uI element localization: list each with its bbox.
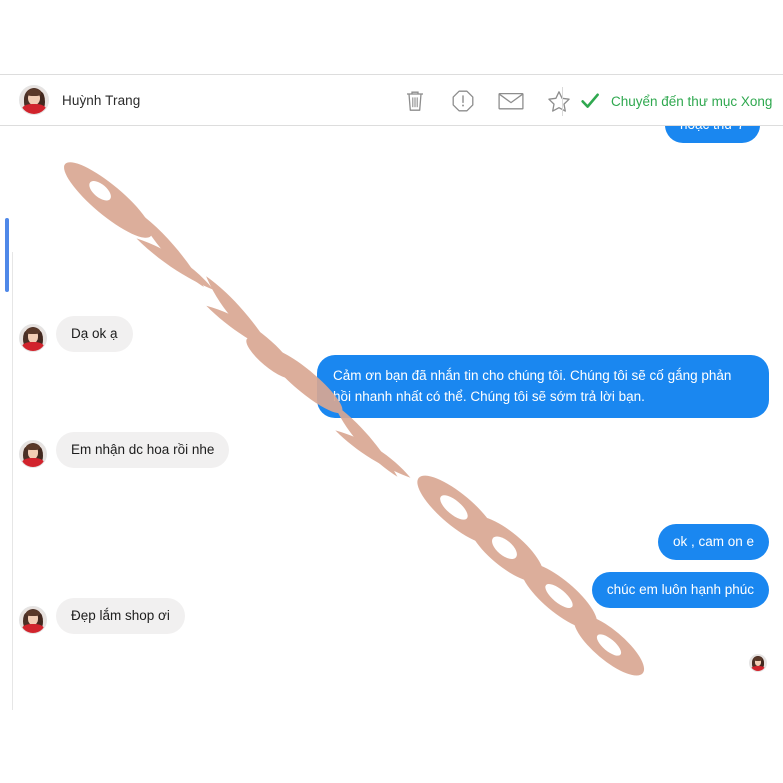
message-avatar[interactable]: [19, 606, 47, 634]
message-avatar[interactable]: [19, 440, 47, 468]
message-row-outgoing-autoreply: Cảm ơn bạn đã nhắn tin cho chúng tôi. Ch…: [317, 355, 769, 418]
envelope-icon[interactable]: [498, 88, 524, 114]
conversation-header: Huỳnh Trang Chuyển đến thư mục Xong: [0, 74, 783, 126]
message-row-outgoing-clipped: hoặc thứ 7: [665, 107, 760, 162]
message-bubble[interactable]: Đẹp lắm shop ơi: [56, 598, 185, 634]
message-bubble[interactable]: Dạ ok ạ: [56, 316, 133, 352]
check-icon: [581, 93, 599, 108]
message-row-outgoing-2: chúc em luôn hạnh phúc: [591, 572, 769, 608]
report-spam-icon[interactable]: [450, 88, 476, 114]
top-blank-area: [0, 0, 783, 74]
message-row-incoming-3: Đẹp lắm shop ơi: [19, 598, 185, 634]
thread-left-rail: [12, 252, 13, 783]
message-row-outgoing-1: ok , cam on e: [657, 524, 769, 560]
move-to-done-button[interactable]: Chuyển đến thư mục Xong: [580, 75, 772, 127]
message-bubble[interactable]: ok , cam on e: [657, 524, 769, 560]
bottom-blank-area: [0, 710, 783, 783]
seen-avatar: [749, 654, 767, 672]
move-to-done-label: Chuyển đến thư mục Xong: [611, 93, 773, 109]
contact-identity[interactable]: Huỳnh Trang: [19, 85, 140, 115]
header-action-icons: [402, 75, 572, 127]
read-receipt: [749, 654, 767, 672]
message-row-incoming-2: Em nhận dc hoa rồi nhe: [19, 432, 230, 468]
star-icon[interactable]: [546, 88, 572, 114]
contact-avatar[interactable]: [19, 85, 49, 115]
message-thread[interactable]: Dạ ok ạ T7 09:59 Em nhận dc hoa rồi nhe …: [0, 126, 783, 783]
header-divider: [562, 87, 563, 116]
message-bubble[interactable]: chúc em luôn hạnh phúc: [591, 572, 769, 608]
trash-icon[interactable]: [402, 88, 428, 114]
message-bubble[interactable]: Cảm ơn bạn đã nhắn tin cho chúng tôi. Ch…: [317, 355, 769, 418]
message-avatar[interactable]: [19, 324, 47, 352]
message-row-incoming-1: Dạ ok ạ: [19, 316, 133, 352]
message-bubble[interactable]: Em nhận dc hoa rồi nhe: [56, 432, 230, 468]
messenger-conversation-window: Huỳnh Trang Chuyển đến thư mục Xong Dạ o…: [0, 0, 783, 783]
thread-scroll-indicator[interactable]: [5, 218, 9, 292]
contact-name: Huỳnh Trang: [62, 92, 141, 108]
